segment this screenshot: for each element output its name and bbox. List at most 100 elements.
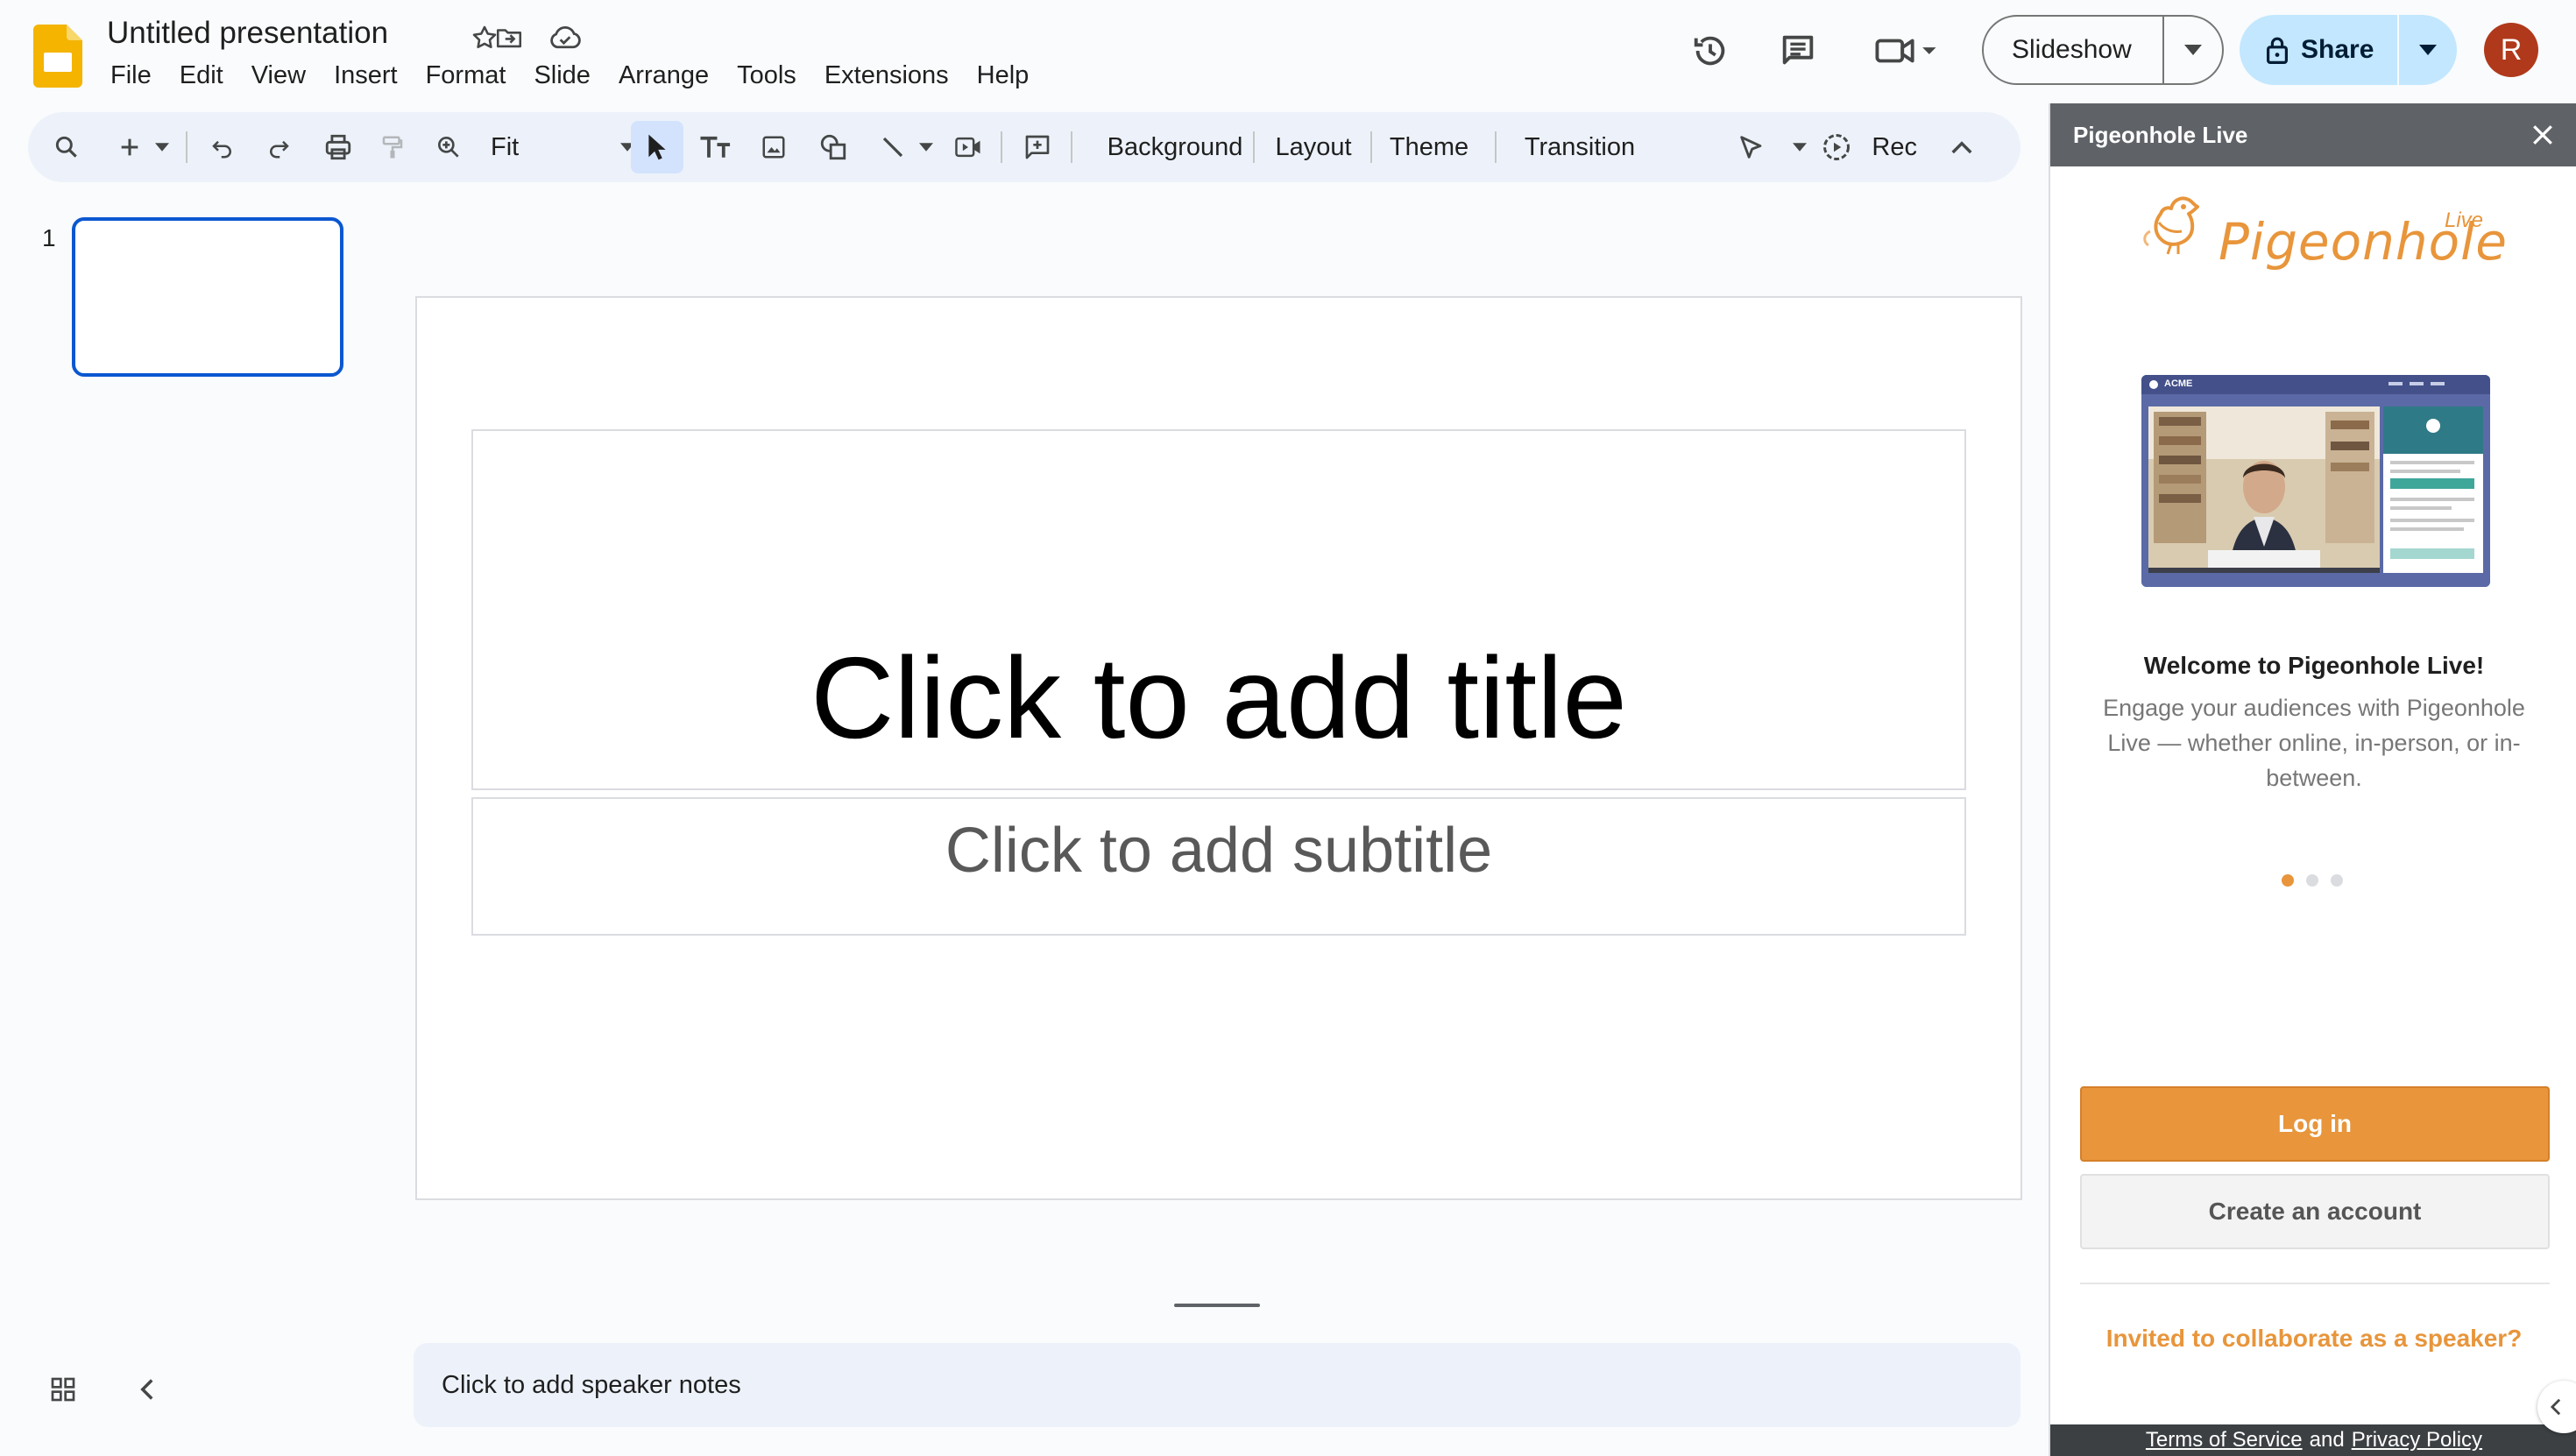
- search-menus-icon[interactable]: [46, 121, 88, 173]
- comments-icon[interactable]: [1772, 25, 1824, 77]
- lock-icon: [2267, 37, 2288, 64]
- insert-image-icon[interactable]: [752, 121, 796, 173]
- slideshow-options-dropdown[interactable]: [2164, 17, 2222, 83]
- add-comment-icon[interactable]: [1015, 121, 1060, 173]
- close-icon[interactable]: [2523, 116, 2562, 154]
- privacy-policy-link[interactable]: Privacy Policy: [2352, 1428, 2482, 1452]
- menu-view[interactable]: View: [237, 60, 320, 92]
- new-slide-layout-dropdown[interactable]: [151, 121, 173, 173]
- logo-live-badge: Live: [2445, 209, 2484, 232]
- line-type-dropdown[interactable]: [915, 121, 938, 173]
- toolbar-divider: [1495, 131, 1497, 163]
- toolbar-divider: [1001, 131, 1002, 163]
- pigeon-logo-icon: [2143, 196, 2199, 255]
- menu-format[interactable]: Format: [412, 60, 520, 92]
- account-avatar[interactable]: R: [2484, 23, 2538, 77]
- menu-edit[interactable]: Edit: [166, 60, 237, 92]
- line-icon[interactable]: [871, 121, 915, 173]
- menu-slide[interactable]: Slide: [520, 60, 605, 92]
- side-panel-footer: Terms of Service and Privacy Policy: [2050, 1424, 2576, 1456]
- chevron-left-icon: [2550, 1398, 2561, 1416]
- slideshow-label: Slideshow: [2012, 35, 2132, 64]
- new-slide-icon[interactable]: [112, 121, 147, 173]
- slides-logo-icon[interactable]: [33, 25, 82, 88]
- promo-screenshot: ACME: [2141, 375, 2490, 587]
- zoom-select[interactable]: Fit: [484, 121, 641, 173]
- notes-resize-handle[interactable]: [1174, 1304, 1260, 1307]
- menu-insert[interactable]: Insert: [320, 60, 412, 92]
- menu-tools[interactable]: Tools: [723, 60, 810, 92]
- menu-file[interactable]: File: [96, 60, 166, 92]
- toolbar-divider: [1253, 131, 1255, 163]
- cloud-saved-icon[interactable]: [545, 18, 585, 58]
- title-placeholder: Click to add title: [810, 633, 1627, 762]
- slide-canvas[interactable]: Click to add title Click to add subtitle: [415, 296, 2022, 1200]
- slide-thumbnail[interactable]: [72, 217, 343, 377]
- zoom-value: Fit: [491, 132, 520, 161]
- subtitle-placeholder-box[interactable]: Click to add subtitle: [471, 797, 1966, 936]
- select-tool-icon[interactable]: [631, 121, 683, 173]
- record-icon: [1823, 134, 1850, 160]
- text-box-icon[interactable]: [694, 121, 738, 173]
- print-icon[interactable]: [317, 121, 359, 173]
- welcome-title: Welcome to Pigeonhole Live!: [2143, 652, 2485, 679]
- shape-icon[interactable]: [811, 121, 855, 173]
- footer-and-text: and: [2309, 1428, 2345, 1452]
- theme-button[interactable]: Theme: [1381, 121, 1477, 173]
- meet-present-icon[interactable]: [1866, 25, 1945, 77]
- background-button[interactable]: Background: [1078, 121, 1272, 173]
- share-main[interactable]: Share: [2240, 35, 2397, 65]
- log-in-button[interactable]: Log in: [2080, 1086, 2550, 1162]
- layout-button[interactable]: Layout: [1263, 121, 1363, 173]
- collapse-toolbar-icon[interactable]: [1942, 121, 1982, 173]
- zoom-icon[interactable]: [428, 121, 470, 173]
- promo-brand: ACME: [2164, 378, 2193, 389]
- terms-of-service-link[interactable]: Terms of Service: [2146, 1428, 2303, 1452]
- app-header: Untitled presentation File Edit View Ins…: [0, 0, 2576, 103]
- menu-extensions[interactable]: Extensions: [810, 60, 963, 92]
- record-button[interactable]: Rec: [1821, 121, 1917, 173]
- share-options-dropdown[interactable]: [2399, 15, 2457, 85]
- chevron-down-icon: [2184, 45, 2202, 55]
- menu-help[interactable]: Help: [963, 60, 1044, 92]
- theme-label: Theme: [1389, 132, 1469, 161]
- version-history-icon[interactable]: [1684, 25, 1737, 77]
- move-to-folder-icon[interactable]: [489, 18, 529, 58]
- hide-filmstrip-icon[interactable]: [126, 1368, 168, 1410]
- share-label: Share: [2301, 35, 2374, 64]
- share-button[interactable]: Share: [2240, 15, 2457, 85]
- pigeonhole-logo: Pigeonhole Live: [2138, 187, 2507, 284]
- transition-button[interactable]: Transition: [1512, 121, 1647, 173]
- laser-pointer-button[interactable]: [1737, 121, 1807, 173]
- pointer-icon: [1740, 136, 1762, 159]
- create-account-label: Create an account: [2208, 1198, 2422, 1225]
- menu-arrange[interactable]: Arrange: [605, 60, 723, 92]
- welcome-body: Engage your audiences with Pigeonhole Li…: [2103, 695, 2525, 791]
- background-label: Background: [1107, 132, 1243, 161]
- menu-bar: File Edit View Insert Format Slide Arran…: [96, 60, 1043, 92]
- side-panel-title: Pigeonhole Live: [2073, 121, 2248, 148]
- side-panel-divider: [2080, 1283, 2550, 1284]
- speaker-invite-link[interactable]: Invited to collaborate as a speaker?: [2050, 1325, 2576, 1353]
- carousel-dot-3[interactable]: [2331, 874, 2343, 887]
- grid-view-icon[interactable]: [42, 1368, 84, 1410]
- log-in-label: Log in: [2278, 1110, 2352, 1137]
- side-panel-header: Pigeonhole Live: [2050, 103, 2576, 166]
- toolbar-divider: [1071, 131, 1072, 163]
- insert-video-icon[interactable]: [946, 121, 990, 173]
- redo-icon[interactable]: [259, 121, 298, 173]
- create-account-button[interactable]: Create an account: [2080, 1174, 2550, 1249]
- undo-icon[interactable]: [203, 121, 242, 173]
- chevron-down-icon: [2419, 45, 2437, 55]
- title-placeholder-box[interactable]: Click to add title: [471, 429, 1966, 790]
- speaker-notes[interactable]: Click to add speaker notes: [414, 1343, 2020, 1427]
- slideshow-button[interactable]: Slideshow: [1982, 15, 2224, 85]
- paint-format-icon[interactable]: [373, 121, 412, 173]
- toolbar-divider: [186, 131, 188, 163]
- carousel-dot-2[interactable]: [2306, 874, 2318, 887]
- chevron-down-icon: [155, 143, 169, 152]
- document-title[interactable]: Untitled presentation: [107, 16, 388, 51]
- carousel-dot-1[interactable]: [2282, 874, 2294, 887]
- chevron-down-icon: [919, 143, 933, 152]
- carousel-indicator: [2282, 874, 2343, 887]
